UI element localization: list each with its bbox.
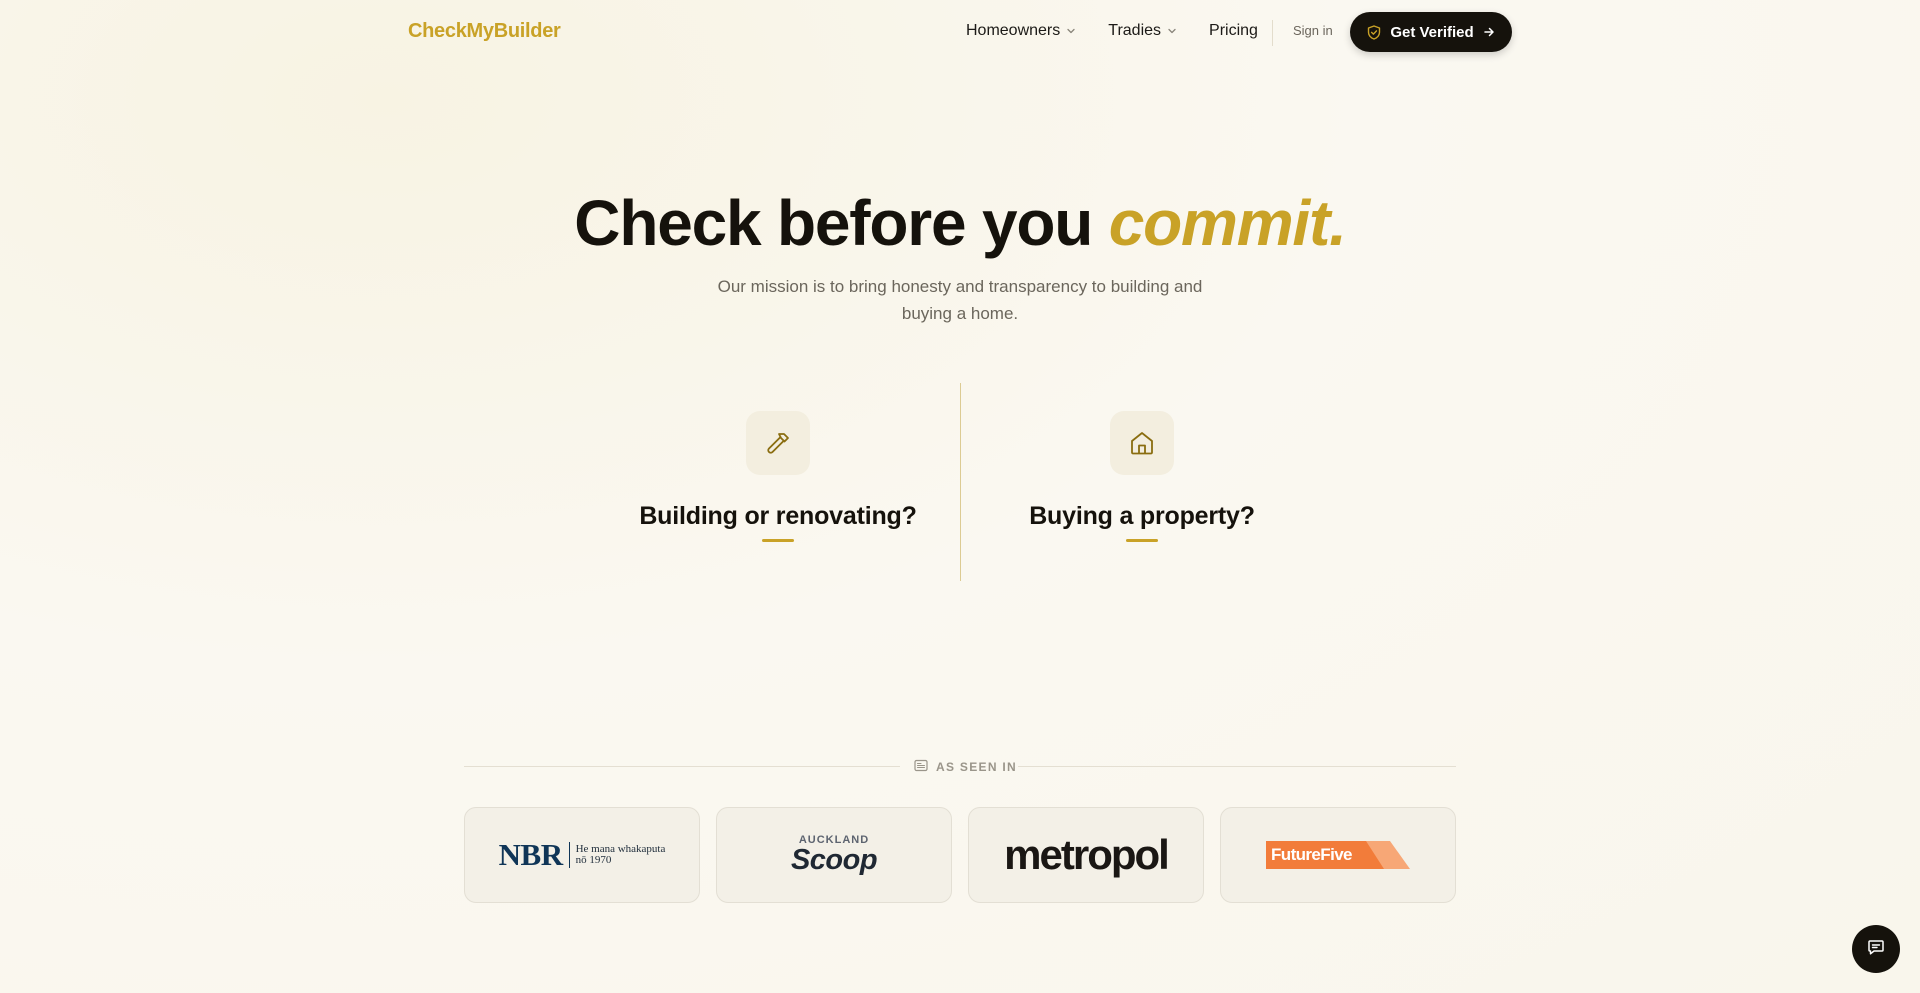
get-verified-button[interactable]: Get Verified bbox=[1350, 12, 1512, 52]
nav-homeowners-dropdown[interactable]: Homeowners bbox=[966, 22, 1076, 40]
chevron-down-icon bbox=[1167, 26, 1177, 36]
top-nav: CheckMyBuilder Homeowners Tradies Pricin… bbox=[0, 0, 1920, 64]
scoop-logo: AUCKLAND Scoop bbox=[790, 834, 878, 877]
choice-title-building: Building or renovating? bbox=[639, 502, 917, 530]
nav-tradies-label: Tradies bbox=[1108, 22, 1162, 39]
hammer-icon bbox=[746, 411, 810, 475]
as-seen-in-label: AS SEEN IN bbox=[914, 759, 1017, 775]
building-renovating-option[interactable]: Building or renovating? bbox=[608, 411, 948, 542]
nbr-logo: NBR He mana whakaputa nō 1970 bbox=[499, 837, 666, 873]
divider-line bbox=[1018, 766, 1456, 767]
chevron-down-icon bbox=[1066, 26, 1076, 36]
chat-button[interactable] bbox=[1852, 925, 1900, 973]
nav-homeowners-label: Homeowners bbox=[966, 22, 1061, 39]
metropol-wordmark: metropol bbox=[1004, 831, 1170, 878]
press-logo-metropol[interactable]: metropol bbox=[968, 807, 1204, 903]
get-verified-label: Get Verified bbox=[1390, 23, 1474, 41]
choice-title-buying: Buying a property? bbox=[1029, 502, 1255, 530]
choice-divider bbox=[960, 383, 961, 581]
choice-underline bbox=[762, 539, 794, 542]
as-seen-in-text: AS SEEN IN bbox=[936, 760, 1018, 774]
hero-subtitle: Our mission is to bring honesty and tran… bbox=[717, 277, 1203, 323]
nav-links: Homeowners Tradies Pricing bbox=[966, 22, 1258, 40]
hero-title: Check before you commit. bbox=[0, 186, 1920, 260]
newspaper-icon bbox=[914, 759, 928, 775]
sign-in-link[interactable]: Sign in bbox=[1293, 23, 1333, 38]
nbr-tagline-line2: nō 1970 bbox=[575, 854, 612, 866]
press-logo-scoop[interactable]: AUCKLAND Scoop bbox=[716, 807, 952, 903]
nbr-tagline: He mana whakaputa nō 1970 bbox=[576, 844, 666, 866]
futurefive-wordmark: FutureFive bbox=[1271, 845, 1353, 864]
hero-title-main: Check before you bbox=[574, 187, 1109, 259]
nav-divider bbox=[1272, 20, 1273, 46]
press-logos: NBR He mana whakaputa nō 1970 AUCKLAND S… bbox=[464, 807, 1456, 903]
hero-title-accent: commit. bbox=[1108, 187, 1347, 259]
futurefive-logo: FutureFive bbox=[1266, 841, 1410, 869]
choice-underline bbox=[1126, 539, 1158, 542]
divider-line bbox=[464, 766, 900, 767]
press-logo-nbr[interactable]: NBR He mana whakaputa nō 1970 bbox=[464, 807, 700, 903]
brand-logo[interactable]: CheckMyBuilder bbox=[408, 20, 561, 43]
shield-check-icon bbox=[1367, 24, 1381, 40]
scoop-wordmark: Scoop bbox=[790, 843, 878, 876]
chat-icon bbox=[1867, 938, 1885, 961]
press-logo-futurefive[interactable]: FutureFive bbox=[1220, 807, 1456, 903]
buying-property-option[interactable]: Buying a property? bbox=[972, 411, 1312, 542]
arrow-right-icon bbox=[1483, 26, 1495, 38]
nbr-wordmark: NBR bbox=[498, 837, 563, 872]
house-icon bbox=[1110, 411, 1174, 475]
nav-pricing-link[interactable]: Pricing bbox=[1209, 22, 1258, 40]
nbr-separator bbox=[568, 842, 570, 868]
nav-tradies-dropdown[interactable]: Tradies bbox=[1108, 22, 1177, 40]
